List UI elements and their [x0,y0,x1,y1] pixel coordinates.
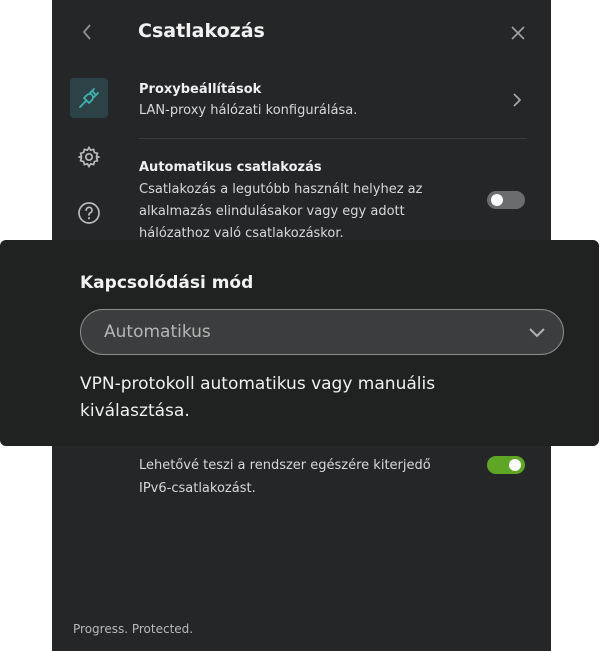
connection-mode-description-line-2: kiválasztása. [80,401,190,421]
plug-icon [79,88,99,108]
connection-mode-description: VPN-protokoll automatikus vagy manuális … [80,371,500,425]
close-icon [511,26,525,40]
ipv6-description-line-1: Lehetővé teszi a rendszer egészére kiter… [139,458,431,473]
proxy-settings-description: LAN-proxy hálózati konfigurálása. [139,103,358,118]
gear-icon [77,145,101,169]
proxy-settings-title: Proxybeállítások [139,82,262,97]
toggle-knob [509,459,521,471]
back-button[interactable] [76,20,98,44]
close-button[interactable] [507,22,529,44]
connection-mode-select[interactable]: Automatikus [80,309,564,355]
connection-mode-label: Kapcsolódási mód [80,273,254,293]
toggle-knob [491,194,503,206]
chevron-down-icon [529,328,545,338]
auto-connect-description-line-2: alkalmazás elindulásakor vagy egy adott [139,204,405,219]
auto-connect-toggle[interactable] [487,191,525,209]
sidebar-item-help[interactable] [74,198,104,228]
auto-connect-description-line-1: Csatlakozás a legutóbb használt helyhez … [139,182,423,197]
sidebar-item-connection[interactable] [70,78,108,118]
ipv6-toggle[interactable] [487,456,525,474]
connection-mode-description-line-1: VPN-protokoll automatikus vagy manuális [80,374,436,394]
chevron-right-icon[interactable] [509,90,525,110]
sidebar-item-settings[interactable] [74,142,104,172]
select-value: Automatikus [104,322,211,342]
footer-tagline: Progress. Protected. [73,622,194,636]
help-icon [78,202,100,224]
ipv6-description-line-2: IPv6-csatlakozást. [139,481,256,496]
chevron-left-icon [82,24,91,40]
auto-connect-title: Automatikus csatlakozás [139,160,322,175]
page-title: Csatlakozás [138,20,265,42]
connection-mode-card: Kapcsolódási mód Automatikus VPN-protoko… [0,240,599,446]
divider [139,138,527,139]
